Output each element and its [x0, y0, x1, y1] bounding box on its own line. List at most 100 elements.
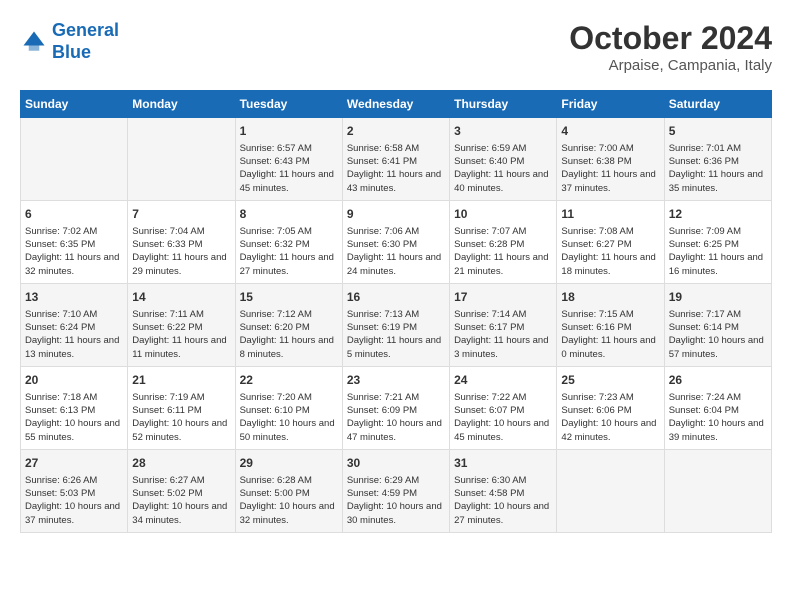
- calendar-week-row: 6 Sunrise: 7:02 AM Sunset: 6:35 PM Daylig…: [21, 200, 772, 283]
- calendar-cell: 6 Sunrise: 7:02 AM Sunset: 6:35 PM Daylig…: [21, 200, 128, 283]
- calendar-week-row: 1Sunrise: 6:57 AM Sunset: 6:43 PM Daylig…: [21, 118, 772, 201]
- day-number: 26: [669, 372, 767, 389]
- calendar-cell: 4Sunrise: 7:00 AM Sunset: 6:38 PM Daylig…: [557, 118, 664, 201]
- calendar-cell: 27Sunrise: 6:26 AM Sunset: 5:03 PM Dayli…: [21, 449, 128, 532]
- calendar-cell: 8 Sunrise: 7:05 AM Sunset: 6:32 PM Daylig…: [235, 200, 342, 283]
- day-number: 24: [454, 372, 552, 389]
- calendar-cell: 20Sunrise: 7:18 AM Sunset: 6:13 PM Dayli…: [21, 366, 128, 449]
- logo-icon: [20, 28, 48, 56]
- cell-content: Sunrise: 7:08 AM Sunset: 6:27 PM Dayligh…: [561, 225, 659, 278]
- calendar-cell: 31 Sunrise: 6:30 AM Sunset: 4:58 PM Dayli…: [450, 449, 557, 532]
- day-number: 1: [240, 123, 338, 140]
- cell-content: Sunrise: 6:30 AM Sunset: 4:58 PM Dayligh…: [454, 474, 552, 527]
- cell-content: Sunrise: 7:07 AM Sunset: 6:28 PM Dayligh…: [454, 225, 552, 278]
- cell-content: Sunrise: 7:21 AM Sunset: 6:09 PM Dayligh…: [347, 391, 445, 444]
- day-of-week-header: Wednesday: [342, 91, 449, 118]
- day-number: 14: [132, 289, 230, 306]
- calendar-cell: 5 Sunrise: 7:01 AM Sunset: 6:36 PM Daylig…: [664, 118, 771, 201]
- calendar-cell: 18 Sunrise: 7:15 AM Sunset: 6:16 PM Dayli…: [557, 283, 664, 366]
- logo: GeneralBlue: [20, 20, 119, 63]
- cell-content: Sunrise: 7:20 AM Sunset: 6:10 PM Dayligh…: [240, 391, 338, 444]
- day-of-week-header: Thursday: [450, 91, 557, 118]
- cell-content: Sunrise: 7:12 AM Sunset: 6:20 PM Dayligh…: [240, 308, 338, 361]
- day-number: 19: [669, 289, 767, 306]
- cell-content: Sunrise: 7:02 AM Sunset: 6:35 PM Dayligh…: [25, 225, 123, 278]
- day-number: 16: [347, 289, 445, 306]
- calendar-cell: 25 Sunrise: 7:23 AM Sunset: 6:06 PM Dayli…: [557, 366, 664, 449]
- calendar-week-row: 20Sunrise: 7:18 AM Sunset: 6:13 PM Dayli…: [21, 366, 772, 449]
- calendar-cell: 10 Sunrise: 7:07 AM Sunset: 6:28 PM Dayli…: [450, 200, 557, 283]
- day-of-week-header: Sunday: [21, 91, 128, 118]
- cell-content: Sunrise: 7:15 AM Sunset: 6:16 PM Dayligh…: [561, 308, 659, 361]
- day-number: 8: [240, 206, 338, 223]
- calendar-cell: 21Sunrise: 7:19 AM Sunset: 6:11 PM Dayli…: [128, 366, 235, 449]
- day-of-week-header: Saturday: [664, 91, 771, 118]
- calendar-cell: 23 Sunrise: 7:21 AM Sunset: 6:09 PM Dayli…: [342, 366, 449, 449]
- cell-content: Sunrise: 6:29 AM Sunset: 4:59 PM Dayligh…: [347, 474, 445, 527]
- cell-content: Sunrise: 7:05 AM Sunset: 6:32 PM Dayligh…: [240, 225, 338, 278]
- calendar-cell: [128, 118, 235, 201]
- day-of-week-header: Tuesday: [235, 91, 342, 118]
- calendar-cell: 26 Sunrise: 7:24 AM Sunset: 6:04 PM Dayli…: [664, 366, 771, 449]
- day-number: 23: [347, 372, 445, 389]
- calendar-cell: 24Sunrise: 7:22 AM Sunset: 6:07 PM Dayli…: [450, 366, 557, 449]
- cell-content: Sunrise: 6:58 AM Sunset: 6:41 PM Dayligh…: [347, 142, 445, 195]
- cell-content: Sunrise: 7:06 AM Sunset: 6:30 PM Dayligh…: [347, 225, 445, 278]
- day-number: 3: [454, 123, 552, 140]
- day-number: 7: [132, 206, 230, 223]
- month-title: October 2024: [569, 20, 772, 57]
- cell-content: Sunrise: 7:18 AM Sunset: 6:13 PM Dayligh…: [25, 391, 123, 444]
- day-number: 5: [669, 123, 767, 140]
- cell-content: Sunrise: 7:13 AM Sunset: 6:19 PM Dayligh…: [347, 308, 445, 361]
- calendar-cell: 17Sunrise: 7:14 AM Sunset: 6:17 PM Dayli…: [450, 283, 557, 366]
- cell-content: Sunrise: 7:04 AM Sunset: 6:33 PM Dayligh…: [132, 225, 230, 278]
- calendar-cell: 11 Sunrise: 7:08 AM Sunset: 6:27 PM Dayli…: [557, 200, 664, 283]
- calendar-cell: 15 Sunrise: 7:12 AM Sunset: 6:20 PM Dayli…: [235, 283, 342, 366]
- calendar-cell: 16 Sunrise: 7:13 AM Sunset: 6:19 PM Dayli…: [342, 283, 449, 366]
- calendar-cell: 2 Sunrise: 6:58 AM Sunset: 6:41 PM Daylig…: [342, 118, 449, 201]
- calendar-header-row: SundayMondayTuesdayWednesdayThursdayFrid…: [21, 91, 772, 118]
- cell-content: Sunrise: 6:59 AM Sunset: 6:40 PM Dayligh…: [454, 142, 552, 195]
- calendar-cell: 13Sunrise: 7:10 AM Sunset: 6:24 PM Dayli…: [21, 283, 128, 366]
- cell-content: Sunrise: 7:10 AM Sunset: 6:24 PM Dayligh…: [25, 308, 123, 361]
- cell-content: Sunrise: 6:28 AM Sunset: 5:00 PM Dayligh…: [240, 474, 338, 527]
- calendar-cell: 9 Sunrise: 7:06 AM Sunset: 6:30 PM Daylig…: [342, 200, 449, 283]
- day-number: 27: [25, 455, 123, 472]
- cell-content: Sunrise: 7:01 AM Sunset: 6:36 PM Dayligh…: [669, 142, 767, 195]
- day-number: 15: [240, 289, 338, 306]
- page-header: GeneralBlue October 2024 Arpaise, Campan…: [20, 20, 772, 74]
- calendar-cell: 29 Sunrise: 6:28 AM Sunset: 5:00 PM Dayli…: [235, 449, 342, 532]
- day-number: 30: [347, 455, 445, 472]
- day-of-week-header: Monday: [128, 91, 235, 118]
- location: Arpaise, Campania, Italy: [569, 57, 772, 74]
- title-block: October 2024 Arpaise, Campania, Italy: [569, 20, 772, 74]
- day-number: 10: [454, 206, 552, 223]
- day-of-week-header: Friday: [557, 91, 664, 118]
- day-number: 12: [669, 206, 767, 223]
- day-number: 2: [347, 123, 445, 140]
- day-number: 9: [347, 206, 445, 223]
- calendar-cell: 22 Sunrise: 7:20 AM Sunset: 6:10 PM Dayli…: [235, 366, 342, 449]
- cell-content: Sunrise: 7:14 AM Sunset: 6:17 PM Dayligh…: [454, 308, 552, 361]
- cell-content: Sunrise: 7:00 AM Sunset: 6:38 PM Dayligh…: [561, 142, 659, 195]
- cell-content: Sunrise: 7:24 AM Sunset: 6:04 PM Dayligh…: [669, 391, 767, 444]
- calendar-cell: 7 Sunrise: 7:04 AM Sunset: 6:33 PM Daylig…: [128, 200, 235, 283]
- day-number: 6: [25, 206, 123, 223]
- calendar-week-row: 27Sunrise: 6:26 AM Sunset: 5:03 PM Dayli…: [21, 449, 772, 532]
- cell-content: Sunrise: 7:23 AM Sunset: 6:06 PM Dayligh…: [561, 391, 659, 444]
- calendar-cell: 3 Sunrise: 6:59 AM Sunset: 6:40 PM Daylig…: [450, 118, 557, 201]
- day-number: 31: [454, 455, 552, 472]
- calendar-table: SundayMondayTuesdayWednesdayThursdayFrid…: [20, 90, 772, 533]
- day-number: 25: [561, 372, 659, 389]
- calendar-cell: [21, 118, 128, 201]
- day-number: 29: [240, 455, 338, 472]
- logo-text: GeneralBlue: [52, 20, 119, 63]
- calendar-cell: 14Sunrise: 7:11 AM Sunset: 6:22 PM Dayli…: [128, 283, 235, 366]
- day-number: 22: [240, 372, 338, 389]
- day-number: 18: [561, 289, 659, 306]
- calendar-cell: 28Sunrise: 6:27 AM Sunset: 5:02 PM Dayli…: [128, 449, 235, 532]
- day-number: 11: [561, 206, 659, 223]
- calendar-week-row: 13Sunrise: 7:10 AM Sunset: 6:24 PM Dayli…: [21, 283, 772, 366]
- cell-content: Sunrise: 6:27 AM Sunset: 5:02 PM Dayligh…: [132, 474, 230, 527]
- cell-content: Sunrise: 7:17 AM Sunset: 6:14 PM Dayligh…: [669, 308, 767, 361]
